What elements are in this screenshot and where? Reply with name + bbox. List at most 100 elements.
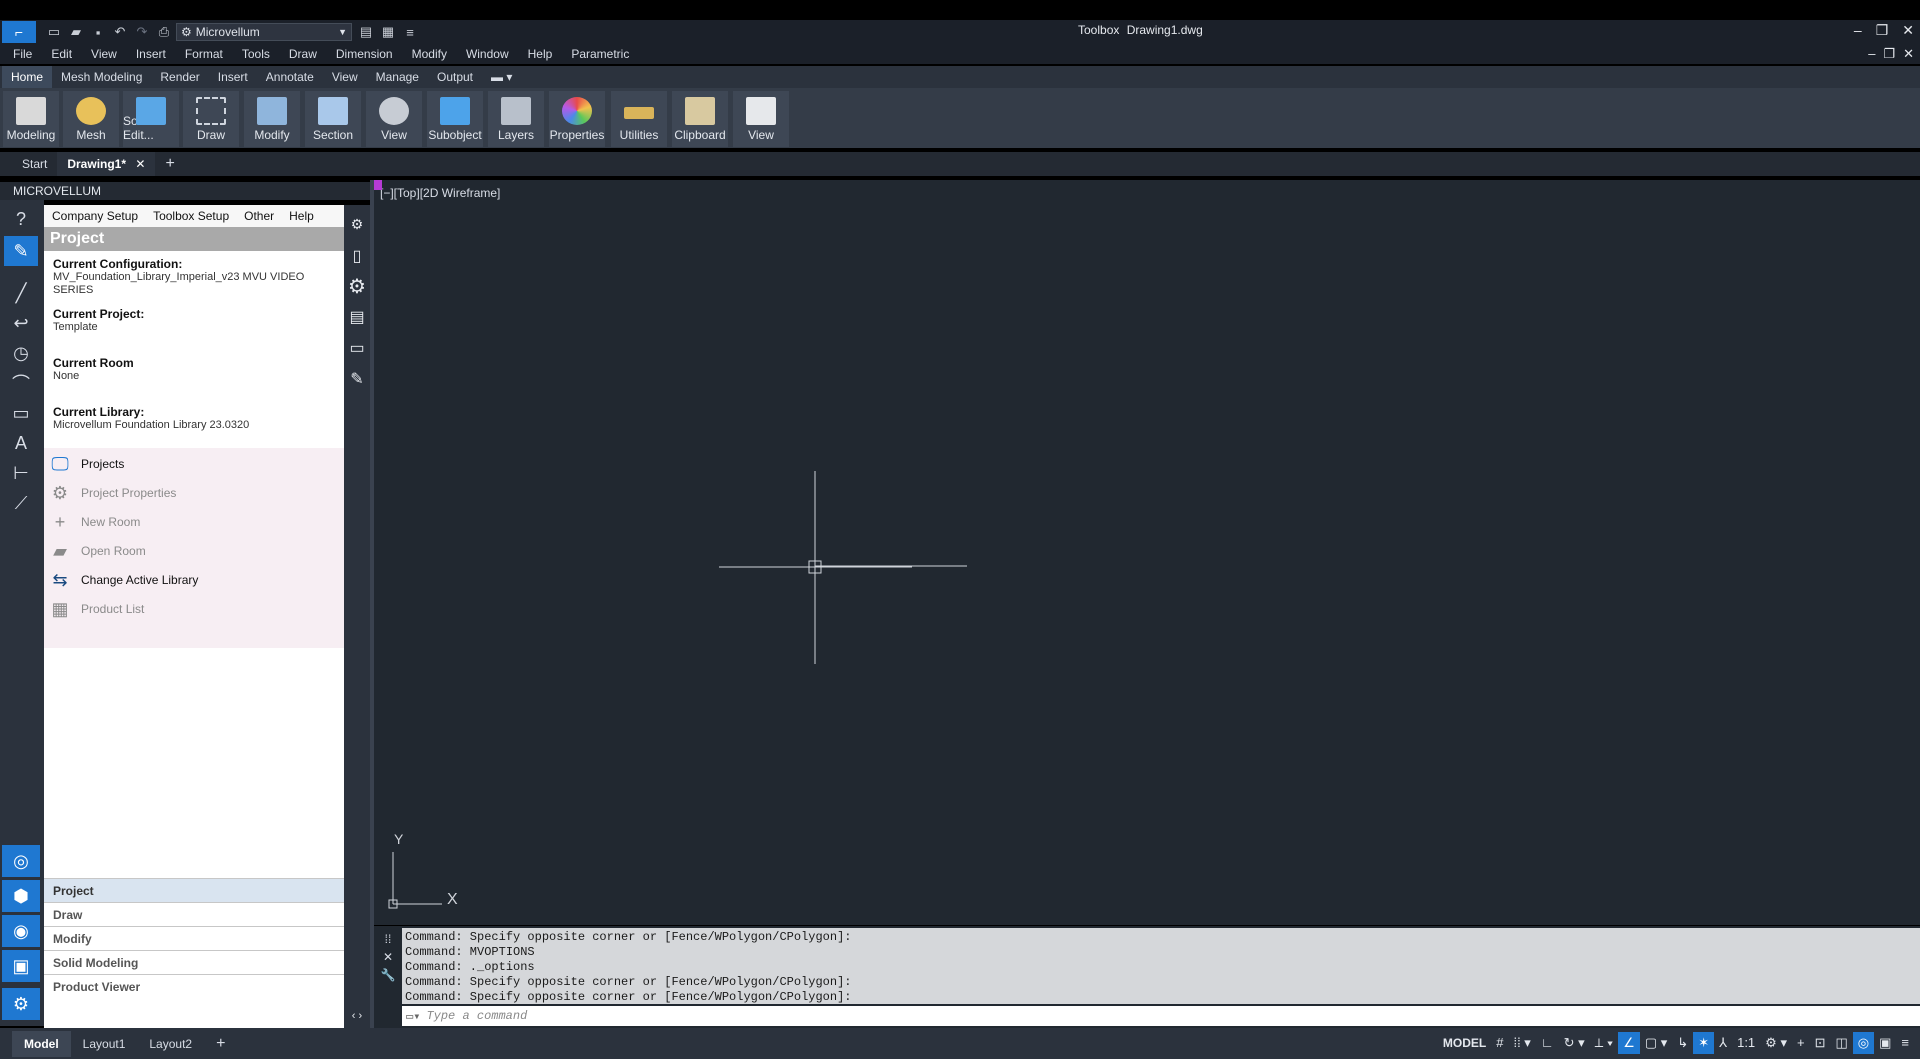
menu-help[interactable]: Help xyxy=(528,47,553,61)
add-layout-button[interactable]: + xyxy=(204,1031,237,1057)
osnap-tracking-icon[interactable]: ∠ xyxy=(1618,1032,1640,1054)
ribbon-modeling-button[interactable]: Modeling xyxy=(3,91,59,147)
bottom-tab-solid-modeling[interactable]: Solid Modeling xyxy=(44,950,344,974)
new-icon[interactable]: ▭ xyxy=(46,24,62,40)
redo-icon[interactable]: ↷ xyxy=(134,24,150,40)
annotation-scale[interactable]: 1:1 xyxy=(1732,1032,1760,1054)
osnap-icon[interactable]: ▢ ▾ xyxy=(1640,1032,1672,1054)
publish-icon[interactable]: ▦ xyxy=(380,24,396,40)
customize-qat-icon[interactable]: ≡ xyxy=(402,25,418,40)
customize-icon[interactable]: ≡ xyxy=(1896,1032,1914,1054)
restore-icon[interactable]: ❐ xyxy=(1876,22,1889,39)
doc-minimize-icon[interactable]: – xyxy=(1868,46,1875,62)
tab-insert[interactable]: Insert xyxy=(209,66,257,88)
table-icon[interactable]: ▤ xyxy=(347,306,367,328)
ribbon-clipboard-button[interactable]: Clipboard xyxy=(672,91,728,147)
viewer-icon[interactable]: ▣ xyxy=(2,950,40,982)
new-tab-button[interactable]: + xyxy=(155,152,184,176)
menu-format[interactable]: Format xyxy=(185,47,223,61)
workspace-gear-icon[interactable]: ⚙ ▾ xyxy=(1760,1032,1792,1054)
bottom-tab-draw[interactable]: Draw xyxy=(44,902,344,926)
project-properties-action[interactable]: ⚙ Project Properties xyxy=(44,479,344,507)
projects-action[interactable]: 🖵 Projects xyxy=(44,450,344,478)
page-icon[interactable]: ▭ xyxy=(347,337,367,359)
menu-other[interactable]: Other xyxy=(244,209,274,223)
settings-gear-icon[interactable]: ⚙ xyxy=(2,988,40,1020)
pencil-icon[interactable]: ✎ xyxy=(4,236,38,266)
document-icon[interactable]: ▯ xyxy=(347,245,367,267)
menu-draw[interactable]: Draw xyxy=(289,47,317,61)
menu-view[interactable]: View xyxy=(91,47,117,61)
drawing-viewport[interactable]: [−][Top][2D Wireframe] Y X xyxy=(374,180,1920,925)
doc-restore-icon[interactable]: ❐ xyxy=(1883,46,1895,62)
tab-manage[interactable]: Manage xyxy=(367,66,428,88)
product-list-action[interactable]: ▦ Product List xyxy=(44,595,344,623)
undo-icon[interactable]: ↶ xyxy=(112,24,128,40)
workspace-select[interactable]: ⚙ Microvellum ▼ xyxy=(176,23,352,41)
app-menu-button[interactable]: ⌐ xyxy=(2,21,36,43)
expand-arrows-icon[interactable]: ‹ › xyxy=(347,1005,367,1027)
close-tab-icon[interactable]: ✕ xyxy=(135,157,145,171)
grip-icon[interactable]: ⁞⁞ xyxy=(378,930,398,948)
plus-icon[interactable]: + xyxy=(1792,1032,1810,1054)
bottom-tab-product-viewer[interactable]: Product Viewer xyxy=(44,974,344,998)
small-gear-icon[interactable]: ⚙ xyxy=(347,213,367,235)
large-gear-icon[interactable]: ⚙ xyxy=(347,275,367,298)
menu-insert[interactable]: Insert xyxy=(136,47,166,61)
ribbon-section-button[interactable]: Section xyxy=(305,91,361,147)
bottom-tab-project[interactable]: Project xyxy=(44,878,344,902)
menu-dimension[interactable]: Dimension xyxy=(336,47,393,61)
tab-view[interactable]: View xyxy=(323,66,367,88)
fingerprint-icon[interactable]: ◎ xyxy=(2,845,40,877)
command-input[interactable]: ▭▾ Type a command xyxy=(402,1006,1920,1026)
menu-parametric[interactable]: Parametric xyxy=(571,47,629,61)
ribbon-modify-button[interactable]: Modify xyxy=(244,91,300,147)
tab-home[interactable]: Home xyxy=(2,66,53,88)
ribbon-mesh-button[interactable]: Mesh xyxy=(63,91,119,147)
tab-output[interactable]: Output xyxy=(428,66,482,88)
camera-icon[interactable]: ◉ xyxy=(2,915,40,947)
ribbon-view2-button[interactable]: View xyxy=(733,91,789,147)
open-icon[interactable]: ▰ xyxy=(68,24,84,40)
aligned-dimension-icon[interactable]: ⟋ xyxy=(4,488,38,518)
lineweight-icon[interactable]: ↳ xyxy=(1672,1032,1693,1054)
isodraft-icon[interactable]: ⟂ ▾ xyxy=(1590,1032,1619,1054)
tab-drawing1[interactable]: Drawing1* ✕ xyxy=(57,152,156,176)
selection-cycling-icon[interactable]: ✶ xyxy=(1693,1032,1715,1054)
tab-model[interactable]: Model xyxy=(12,1030,71,1057)
ribbon-utilities-button[interactable]: Utilities xyxy=(611,91,667,147)
units-icon[interactable]: ⊡ xyxy=(1810,1032,1831,1054)
rectangle-icon[interactable]: ▭ xyxy=(4,398,38,428)
close-icon[interactable]: ✕ xyxy=(1902,22,1914,39)
tab-render[interactable]: Render xyxy=(151,66,208,88)
tab-annotate[interactable]: Annotate xyxy=(257,66,323,88)
text-icon[interactable]: A xyxy=(4,428,38,458)
menu-company-setup[interactable]: Company Setup xyxy=(52,209,138,223)
ribbon-view-button[interactable]: View xyxy=(366,91,422,147)
clean-screen-icon[interactable]: ▣ xyxy=(1874,1032,1896,1054)
model-space-toggle[interactable]: MODEL xyxy=(1438,1032,1491,1054)
cube-icon[interactable]: ⬢ xyxy=(2,880,40,912)
menu-panel-help[interactable]: Help xyxy=(289,209,314,223)
layer-states-icon[interactable]: ▤ xyxy=(358,24,374,40)
ribbon-options-icon[interactable]: ▬ ▾ xyxy=(482,66,521,88)
line-icon[interactable]: ╱ xyxy=(4,278,38,308)
bottom-tab-modify[interactable]: Modify xyxy=(44,926,344,950)
arc-icon[interactable]: ⌒ xyxy=(4,368,38,398)
close-command-icon[interactable]: ✕ xyxy=(378,948,398,966)
ortho-icon[interactable]: ∟ xyxy=(1536,1032,1559,1054)
polar-icon[interactable]: ↻ ▾ xyxy=(1559,1032,1590,1054)
doc-close-icon[interactable]: ✕ xyxy=(1903,46,1914,62)
hardware-accel-icon[interactable]: ◎ xyxy=(1852,1032,1875,1054)
tab-layout1[interactable]: Layout1 xyxy=(71,1031,138,1057)
ribbon-layers-button[interactable]: Layers xyxy=(488,91,544,147)
open-room-action[interactable]: ▰ Open Room xyxy=(44,537,344,565)
plot-icon[interactable]: ⎙ xyxy=(156,24,172,40)
wrench-icon[interactable]: 🔧 xyxy=(378,966,398,984)
isolate-icon[interactable]: ◫ xyxy=(1830,1032,1852,1054)
tab-layout2[interactable]: Layout2 xyxy=(137,1031,204,1057)
dimension-icon[interactable]: ⊢ xyxy=(4,458,38,488)
menu-window[interactable]: Window xyxy=(466,47,509,61)
change-library-action[interactable]: ⇆ Change Active Library xyxy=(44,566,344,594)
menu-edit[interactable]: Edit xyxy=(51,47,72,61)
